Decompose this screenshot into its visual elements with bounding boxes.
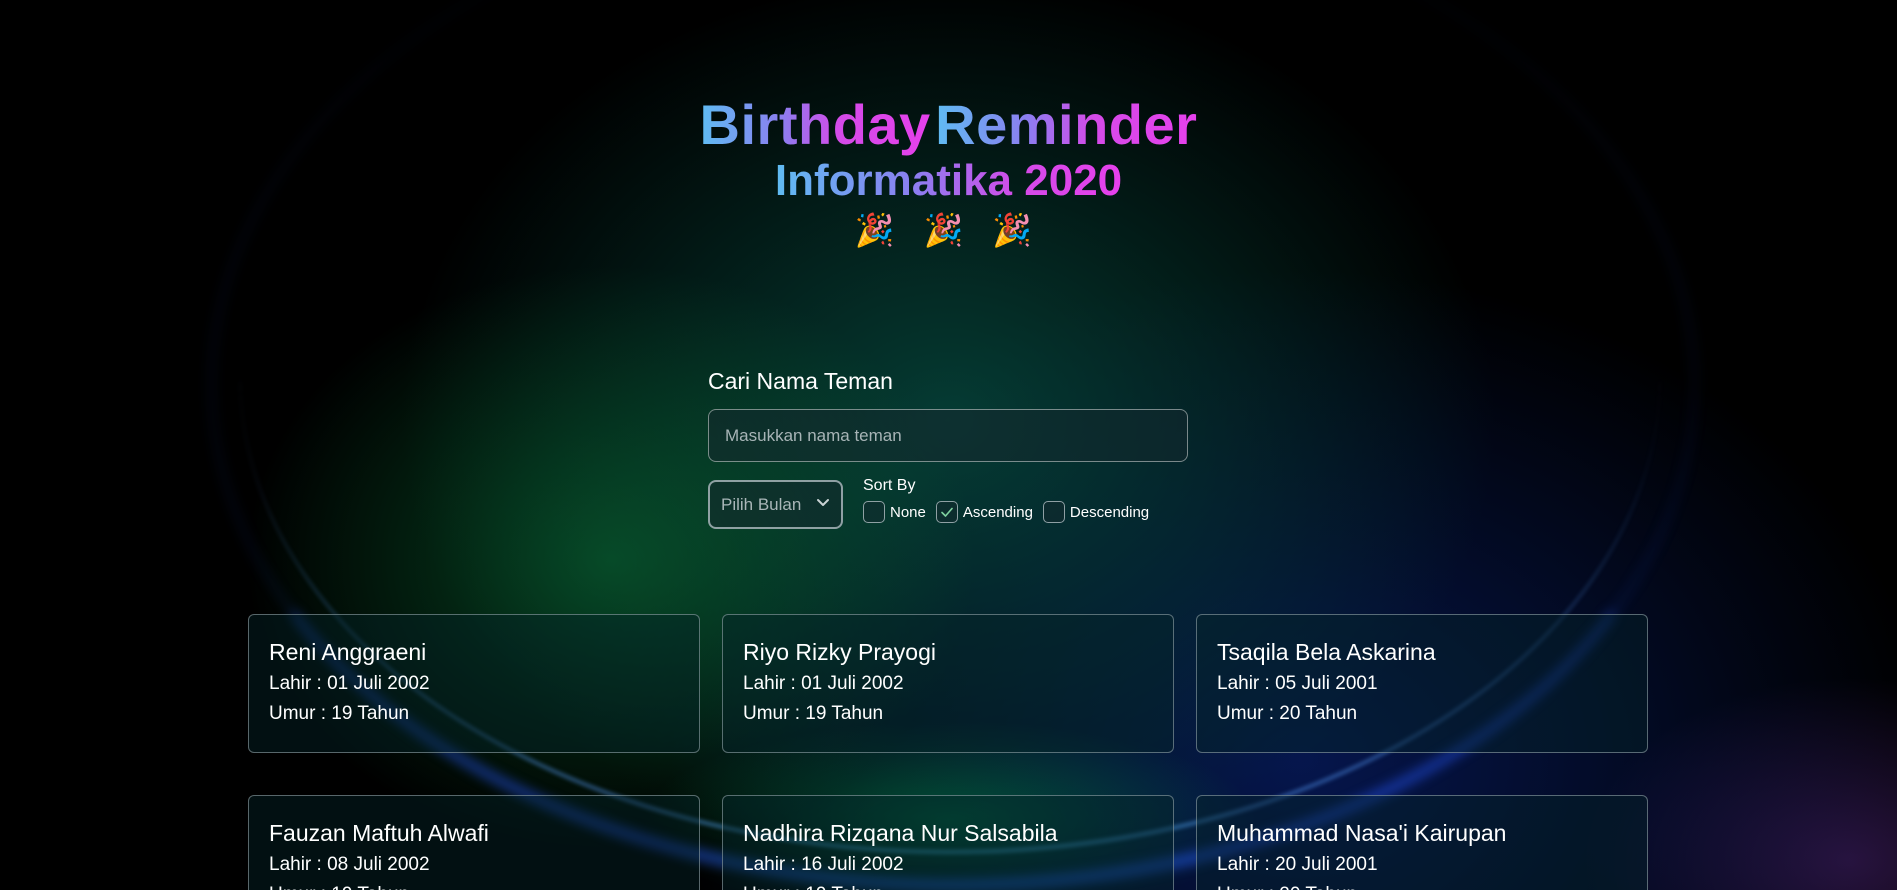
birth-date-label: Lahir : [743, 854, 796, 875]
age-label: Umur : [1217, 880, 1274, 890]
birth-date-row: Lahir : 01 Juli 2002 [743, 669, 1153, 699]
sort-none-checkbox[interactable] [863, 501, 885, 523]
sort-option-label: Ascending [962, 503, 1033, 521]
birth-date-row: Lahir : 20 Juli 2001 [1217, 850, 1627, 880]
sort-option-ascending[interactable]: Ascending [935, 501, 1033, 523]
birth-date-value: 08 Juli 2002 [327, 854, 430, 875]
party-popper-icons: 🎉 🎉 🎉 [854, 212, 1043, 248]
age-label: Umur : [1217, 703, 1274, 724]
birth-date-value: 05 Juli 2001 [1275, 673, 1378, 694]
friend-name: Riyo Rizky Prayogi [743, 639, 936, 665]
birth-date-label: Lahir : [269, 673, 322, 694]
title-part-2: Reminder [935, 93, 1198, 156]
friend-card: Riyo Rizky Prayogi Lahir : 01 Juli 2002 Um… [722, 614, 1174, 753]
birth-date-label: Lahir : [743, 673, 796, 694]
age-value: 19 Tahun [805, 703, 884, 724]
birth-date-row: Lahir : 16 Juli 2002 [743, 850, 1153, 880]
birth-date-label: Lahir : [1217, 854, 1270, 875]
age-row: Umur : 20 Tahun [1217, 699, 1627, 729]
age-value: 19 Tahun [805, 884, 883, 890]
age-value: 19 Tahun [331, 884, 409, 890]
sort-option-label: None [890, 503, 926, 521]
search-panel: Cari Nama Teman Pilih Bulan Sort By None… [708, 368, 1188, 529]
sort-descending-checkbox[interactable] [1042, 501, 1065, 523]
check-icon [941, 507, 953, 517]
sort-ascending-checkbox[interactable] [935, 501, 958, 523]
age-label: Umur : [269, 703, 326, 724]
age-value: 20 Tahun [1279, 703, 1358, 724]
birth-date-value: 16 Juli 2002 [801, 854, 904, 875]
sort-by-label: Sort By [863, 477, 916, 494]
friend-name: Fauzan Maftuh Alwafi [269, 820, 489, 846]
age-label: Umur : [743, 880, 800, 890]
friend-name: Reni Anggraeni [269, 639, 427, 665]
birth-date-label: Lahir : [269, 854, 322, 875]
month-select[interactable]: Pilih Bulan [708, 480, 843, 529]
birth-date-label: Lahir : [1217, 673, 1270, 694]
friend-name: Muhammad Nasa'i Kairupan [1217, 820, 1507, 846]
age-row: Umur : 19 Tahun [269, 699, 679, 729]
chevron-down-icon [815, 494, 831, 515]
friend-card: Muhammad Nasa'i Kairupan Lahir : 20 Juli … [1196, 795, 1648, 890]
age-row: Umur : 19 Tahun [743, 699, 1153, 729]
search-label: Cari Nama Teman [708, 368, 893, 394]
month-select-value: Pilih Bulan [721, 494, 802, 514]
friend-card: Reni Anggraeni Lahir : 01 Juli 2002 Umur :… [248, 614, 700, 753]
sort-options: None Ascending Descending [863, 501, 1159, 523]
page-background: Birthday Reminder Informatika 2020 🎉 🎉 🎉… [0, 0, 1897, 890]
age-row: Umur : 19 Tahun [743, 880, 1153, 890]
friend-card-grid: Reni Anggraeni Lahir : 01 Juli 2002 Umur :… [248, 614, 1648, 890]
birth-date-row: Lahir : 08 Juli 2002 [269, 850, 679, 880]
friend-card: Nadhira Rizqana Nur Salsabila Lahir : 16 … [722, 795, 1174, 890]
birth-date-row: Lahir : 01 Juli 2002 [269, 669, 679, 699]
sort-by-group: Sort By None Ascending Descending [863, 477, 1159, 523]
friend-card: Tsaqila Bela Askarina Lahir : 05 Juli 200… [1196, 614, 1648, 753]
search-input[interactable] [708, 409, 1188, 462]
page-header: Birthday Reminder Informatika 2020 🎉 🎉 🎉 [0, 94, 1897, 250]
age-value: 20 Tahun [1279, 884, 1357, 890]
filter-controls: Pilih Bulan Sort By None Ascending Descend… [708, 477, 1188, 529]
friend-name: Tsaqila Bela Askarina [1217, 639, 1436, 665]
friend-name: Nadhira Rizqana Nur Salsabila [743, 820, 1058, 846]
age-value: 19 Tahun [331, 703, 410, 724]
birth-date-value: 20 Juli 2001 [1275, 854, 1378, 875]
birth-date-value: 01 Juli 2002 [801, 673, 904, 694]
age-row: Umur : 19 Tahun [269, 880, 679, 890]
age-label: Umur : [743, 703, 800, 724]
sort-option-descending[interactable]: Descending [1042, 501, 1150, 523]
page-subtitle: Informatika 2020 [774, 156, 1123, 205]
age-label: Umur : [269, 880, 326, 890]
friend-card: Fauzan Maftuh Alwafi Lahir : 08 Juli 2002… [248, 795, 700, 890]
sort-option-label: Descending [1069, 503, 1150, 521]
title-part-1: Birthday [699, 93, 931, 156]
birth-date-row: Lahir : 05 Juli 2001 [1217, 669, 1627, 699]
page-title: Birthday Reminder [0, 94, 1897, 156]
birth-date-value: 01 Juli 2002 [327, 673, 430, 694]
sort-option-none[interactable]: None [863, 501, 926, 523]
age-row: Umur : 20 Tahun [1217, 880, 1627, 890]
